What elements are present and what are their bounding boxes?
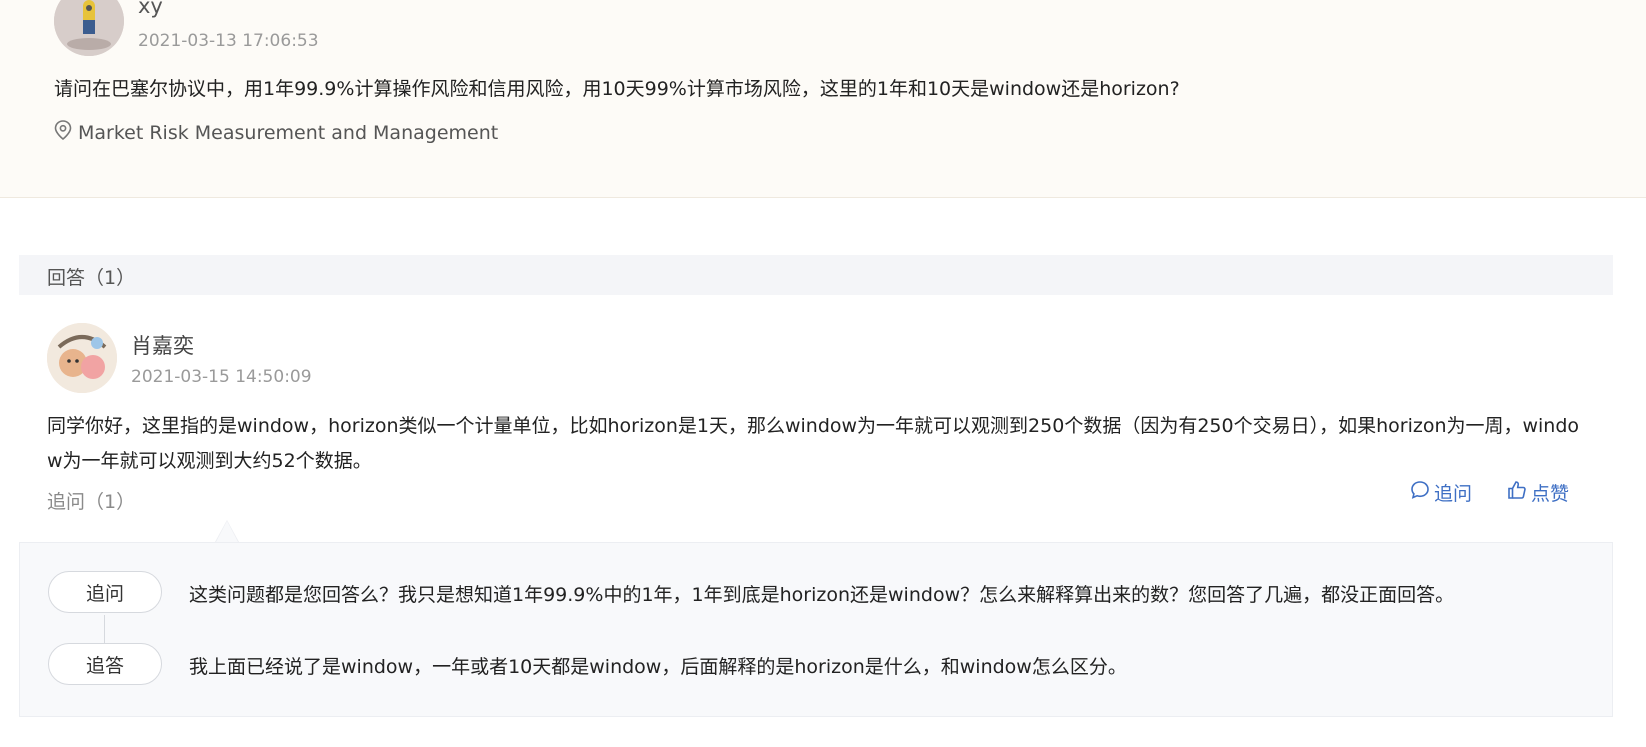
like-label[interactable]: 点赞 bbox=[1531, 479, 1569, 506]
followup-question-badge: 追问 bbox=[48, 571, 162, 613]
questioner-avatar[interactable] bbox=[54, 0, 124, 56]
followup-answer-text: 我上面已经说了是window，一年或者10天都是window，后面解释的是hor… bbox=[189, 656, 1127, 678]
question-topic-tag[interactable]: Market Risk Measurement and Management bbox=[54, 120, 498, 145]
question-text: 请问在巴塞尔协议中，用1年99.9%计算操作风险和信用风险，用10天99%计算市… bbox=[54, 78, 1180, 100]
answerer-name[interactable]: 肖嘉奕 bbox=[131, 330, 194, 360]
followup-count[interactable]: 追问（1） bbox=[47, 487, 135, 514]
question-card: xy 2021-03-13 17:06:53 请问在巴塞尔协议中，用1年99.9… bbox=[0, 0, 1646, 198]
thumbs-up-icon bbox=[1507, 480, 1527, 505]
like-button[interactable]: 点赞 bbox=[1507, 479, 1569, 506]
questioner-name[interactable]: xy bbox=[138, 0, 163, 18]
location-pin-icon bbox=[54, 120, 72, 145]
answerer-avatar[interactable] bbox=[47, 323, 117, 393]
answers-header: 回答（1） bbox=[19, 255, 1613, 295]
ask-followup-button[interactable]: 追问 bbox=[1410, 479, 1472, 506]
chat-bubble-icon bbox=[1410, 480, 1430, 505]
answers-count: 回答（1） bbox=[47, 267, 136, 289]
answer-timestamp: 2021-03-15 14:50:09 bbox=[131, 367, 312, 387]
topic-label[interactable]: Market Risk Measurement and Management bbox=[78, 122, 498, 144]
followup-answer-badge: 追答 bbox=[48, 643, 162, 685]
question-timestamp: 2021-03-13 17:06:53 bbox=[138, 31, 319, 51]
thread-pointer bbox=[215, 520, 239, 542]
answer-text: 同学你好，这里指的是window，horizon类似一个计量单位，比如horiz… bbox=[47, 415, 1580, 472]
followup-thread: 追问 这类问题都是您回答么？我只是想知道1年99.9%中的1年，1年到底是hor… bbox=[19, 542, 1613, 717]
followup-question-text: 这类问题都是您回答么？我只是想知道1年99.9%中的1年，1年到底是horizo… bbox=[189, 584, 1455, 606]
ask-followup-label[interactable]: 追问 bbox=[1434, 479, 1472, 506]
thread-connector bbox=[104, 615, 105, 645]
